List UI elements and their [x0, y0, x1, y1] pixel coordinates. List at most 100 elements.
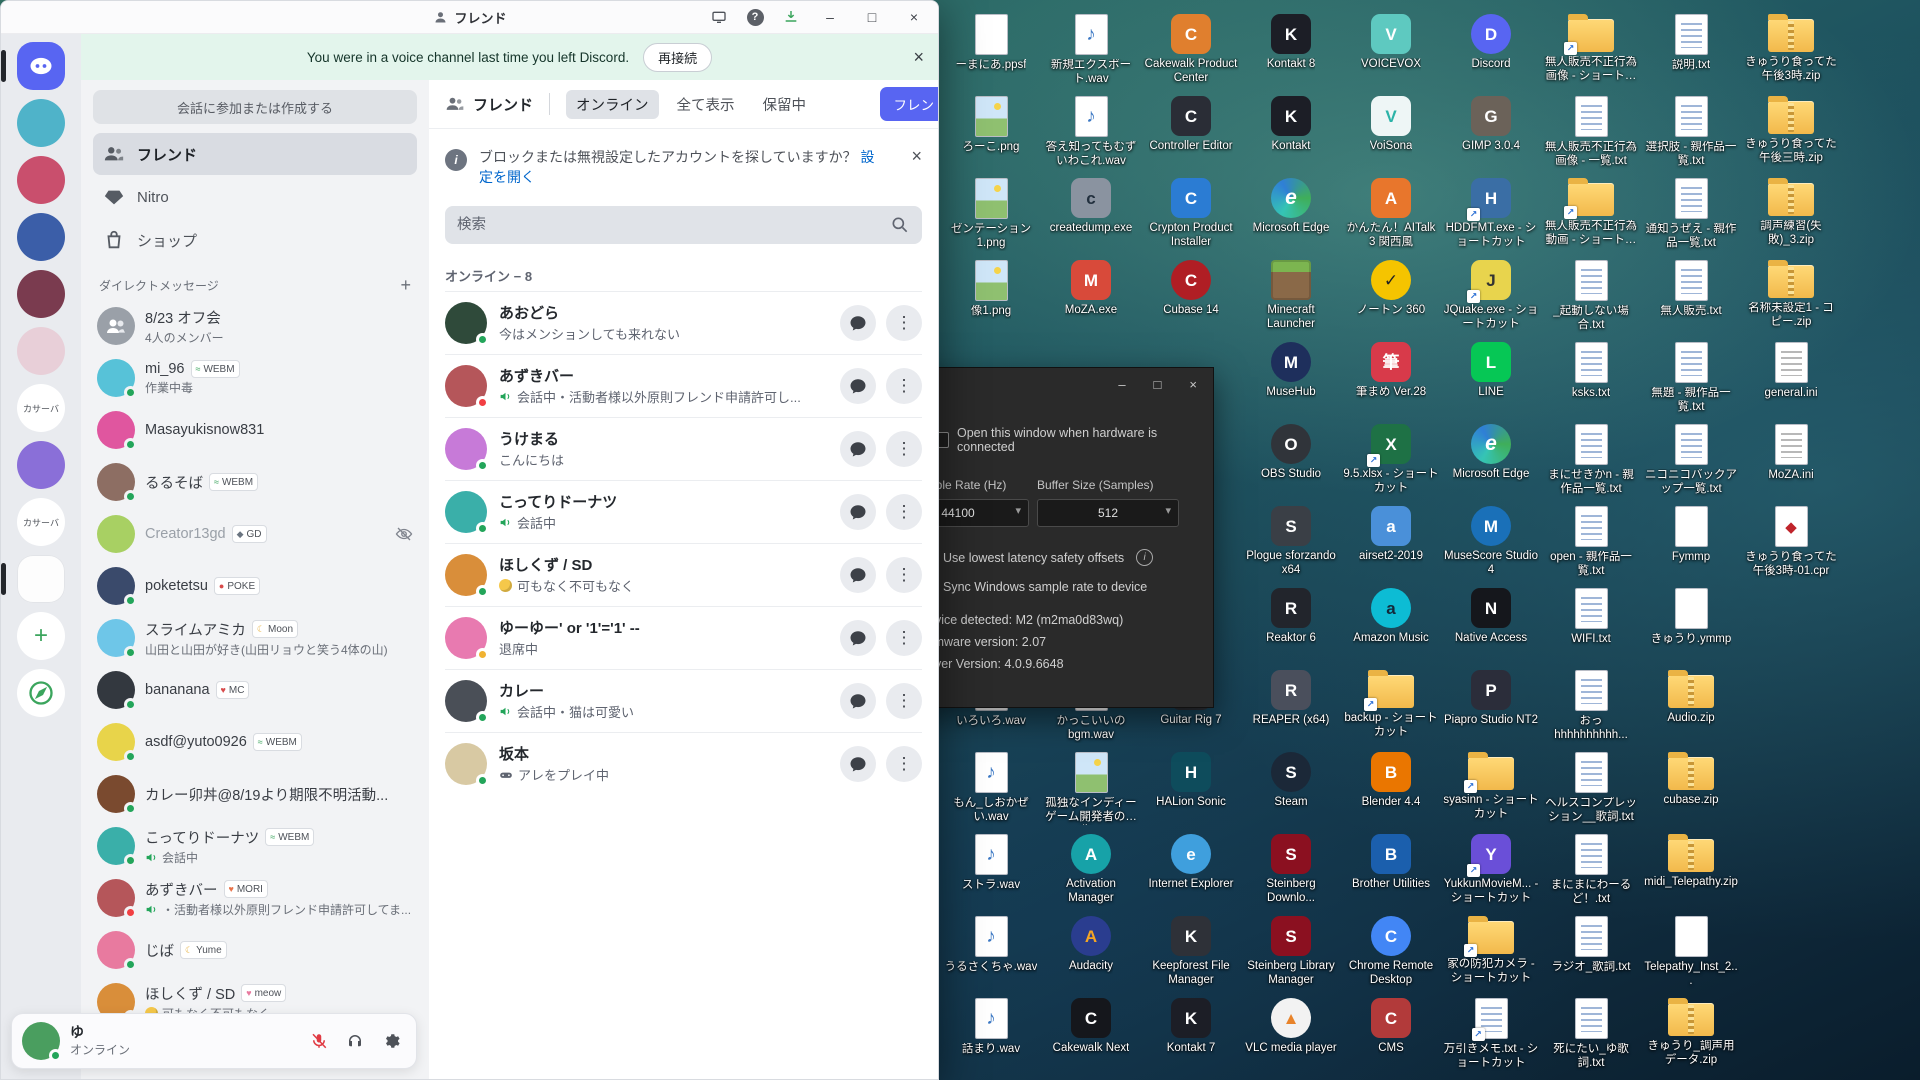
desktop-icon[interactable]: K Kontakt 8	[1241, 12, 1341, 94]
desktop-icon[interactable]: 家の防犯カメラ - ショートカット	[1441, 914, 1541, 996]
desktop-icon[interactable]: Microsoft Edge	[1241, 176, 1341, 258]
desktop-icon[interactable]: きゅうり食ってた午後3時.zip	[1741, 12, 1841, 94]
friend-row[interactable]: あずきバー 会話中・活動者様以外原則フレンド申請許可し... ⋮	[445, 353, 922, 417]
banner-close-icon[interactable]	[913, 48, 924, 66]
dismiss-hint-icon[interactable]	[911, 147, 922, 165]
dm-item[interactable]: mi_96 ≈ WEBM 作業中毒	[89, 352, 421, 404]
desktop-icon[interactable]: C Crypton Product Installer	[1141, 176, 1241, 258]
mic-muted-icon[interactable]	[302, 1024, 336, 1058]
message-button[interactable]	[840, 430, 876, 467]
friend-row[interactable]: カレー 会話中・猫は可愛い ⋮	[445, 668, 922, 732]
add-friend-button[interactable]: フレンドに追加	[879, 87, 938, 121]
desktop-icon[interactable]: C Cakewalk Product Center	[1141, 12, 1241, 94]
desktop-icon[interactable]: K Keepforest File Manager	[1141, 914, 1241, 996]
more-button[interactable]: ⋮	[886, 367, 922, 404]
desktop-icon[interactable]: P Piapro Studio NT2	[1441, 668, 1541, 750]
tab[interactable]: 全て表示	[667, 90, 745, 119]
desktop-icon[interactable]: ラジオ_歌詞.txt	[1541, 914, 1641, 996]
headphones-icon[interactable]	[338, 1024, 372, 1058]
friends-search-input[interactable]	[445, 205, 922, 244]
desktop-icon[interactable]: syasinn - ショートカット	[1441, 750, 1541, 832]
desktop-icon[interactable]: cubase.zip	[1641, 750, 1741, 832]
desktop-icon[interactable]: 無人販売不正行為動画 - ショートカット	[1541, 176, 1641, 258]
friend-row[interactable]: こってりドーナツ 会話中 ⋮	[445, 479, 922, 543]
server-icon[interactable]	[17, 213, 65, 261]
server-icon[interactable]	[1, 42, 65, 90]
desktop-icon[interactable]: R REAPER (x64)	[1241, 668, 1341, 750]
dm-item[interactable]: asdf@yuto0926 ≈ WEBM	[89, 716, 421, 768]
desktop-icon[interactable]: ▲ VLC media player	[1241, 996, 1341, 1078]
close-button[interactable]: ×	[894, 2, 934, 32]
desktop-icon[interactable]: V VoiSona	[1341, 94, 1441, 176]
desktop-icon[interactable]: MoZA.ini	[1741, 422, 1841, 504]
desktop-icon[interactable]: まにせきかn - 親作品一覧.txt	[1541, 422, 1641, 504]
desktop-icon[interactable]: midi_Telepathy.zip	[1641, 832, 1741, 914]
desktop-icon[interactable]: S Steinberg Downlo...	[1241, 832, 1341, 914]
desktop-icon[interactable]: 無題 - 親作品一覧.txt	[1641, 340, 1741, 422]
server-icon[interactable]	[17, 270, 65, 318]
message-button[interactable]	[840, 367, 876, 404]
message-button[interactable]	[840, 304, 876, 341]
dialog-minimize-button[interactable]: –	[1118, 377, 1125, 392]
more-button[interactable]: ⋮	[886, 745, 922, 782]
desktop-icon[interactable]: Microsoft Edge	[1441, 422, 1541, 504]
desktop-icon[interactable]: c createdump.exe	[1041, 176, 1141, 258]
desktop-icon[interactable]: backup - ショートカット	[1341, 668, 1441, 750]
desktop-icon[interactable]: 話まり.wav	[941, 996, 1041, 1078]
desktop-icon[interactable]: 答え知ってもむずいわこれ.wav	[1041, 94, 1141, 176]
dm-item[interactable]: Creator13gd ◆ GD	[89, 508, 421, 560]
friend-row[interactable]: あおどら 今はメンションしても来れない ⋮	[445, 290, 922, 354]
friend-row[interactable]: ゆーゆー' or '1'='1' -- 退席中 ⋮	[445, 605, 922, 669]
dm-item[interactable]: あずきバー ♥ MORI ・活動者様以外原則フレンド申請許可してま...	[89, 872, 421, 924]
desktop-icon[interactable]: general.ini	[1741, 340, 1841, 422]
more-button[interactable]: ⋮	[886, 556, 922, 593]
server-icon[interactable]	[17, 669, 65, 717]
desktop-icon[interactable]: ksks.txt	[1541, 340, 1641, 422]
desktop-icon[interactable]: K Kontakt	[1241, 94, 1341, 176]
desktop-icon[interactable]: C Chrome Remote Desktop	[1341, 914, 1441, 996]
desktop-icon[interactable]: 死にたい_ゆ歌詞.txt	[1541, 996, 1641, 1078]
desktop-icon[interactable]: N Native Access	[1441, 586, 1541, 668]
sidebar-nav-item[interactable]: フレンド	[93, 133, 417, 175]
desktop-icon[interactable]: M MoZA.exe	[1041, 258, 1141, 340]
desktop-icon[interactable]: おっhhhhhhhhhh...	[1541, 668, 1641, 750]
server-icon[interactable]	[17, 156, 65, 204]
server-icon[interactable]: カサーバ	[17, 498, 65, 546]
desktop-icon[interactable]: X 9.5.xlsx - ショートカット	[1341, 422, 1441, 504]
buffer-size-select[interactable]: 512	[1037, 499, 1179, 527]
desktop-icon[interactable]: A Activation Manager	[1041, 832, 1141, 914]
reconnect-button[interactable]: 再接続	[643, 42, 713, 72]
desktop-icon[interactable]: J JQuake.exe - ショートカット	[1441, 258, 1541, 340]
dm-item[interactable]: じば ☾ Yume	[89, 924, 421, 976]
desktop-icon[interactable]: S Steam	[1241, 750, 1341, 832]
desktop-icon[interactable]: M MuseScore Studio 4	[1441, 504, 1541, 586]
dm-item[interactable]: スライムアミカ ☾ Moon 山田と山田が好き(山田リョウと笑う4体の山)	[89, 612, 421, 664]
desktop-icon[interactable]: 新規エクスポート.wav	[1041, 12, 1141, 94]
desktop-icon[interactable]: 筆 筆まめ Ver.28	[1341, 340, 1441, 422]
server-icon[interactable]	[17, 327, 65, 375]
desktop-icon[interactable]: 像1.png	[941, 258, 1041, 340]
message-button[interactable]	[840, 745, 876, 782]
dm-item[interactable]: bananana ♥ MC	[89, 664, 421, 716]
desktop-icon[interactable]: R Reaktor 6	[1241, 586, 1341, 668]
desktop-icon[interactable]: H HALion Sonic	[1141, 750, 1241, 832]
update-download-icon[interactable]	[774, 4, 808, 30]
dm-item[interactable]: poketetsu ● POKE	[89, 560, 421, 612]
more-button[interactable]: ⋮	[886, 682, 922, 719]
desktop-icon[interactable]: WIFI.txt	[1541, 586, 1641, 668]
desktop-icon[interactable]: ーまにあ.ppsf	[941, 12, 1041, 94]
create-dm-button[interactable]: +	[400, 276, 411, 294]
server-icon[interactable]	[17, 99, 65, 147]
desktop-icon[interactable]: O OBS Studio	[1241, 422, 1341, 504]
desktop-icon[interactable]: うるさくちゃ.wav	[941, 914, 1041, 996]
desktop-icon[interactable]: D Discord	[1441, 12, 1541, 94]
friend-row[interactable]: 坂本 アレをプレイ中 ⋮	[445, 731, 922, 795]
desktop-icon[interactable]: S Plogue sforzando x64	[1241, 504, 1341, 586]
desktop-icon[interactable]: Fymmp	[1641, 504, 1741, 586]
dialog-maximize-button[interactable]: □	[1154, 377, 1162, 392]
sidebar-nav-item[interactable]: Nitro	[93, 176, 417, 218]
desktop-icon[interactable]: もん_しおかぜい.wav	[941, 750, 1041, 832]
desktop-icon[interactable]: 万引きメモ.txt - ショートカット	[1441, 996, 1541, 1078]
dm-item[interactable]: カレー卯丼@8/19より期限不明活動...	[89, 768, 421, 820]
desktop-icon[interactable]: S Steinberg Library Manager	[1241, 914, 1341, 996]
